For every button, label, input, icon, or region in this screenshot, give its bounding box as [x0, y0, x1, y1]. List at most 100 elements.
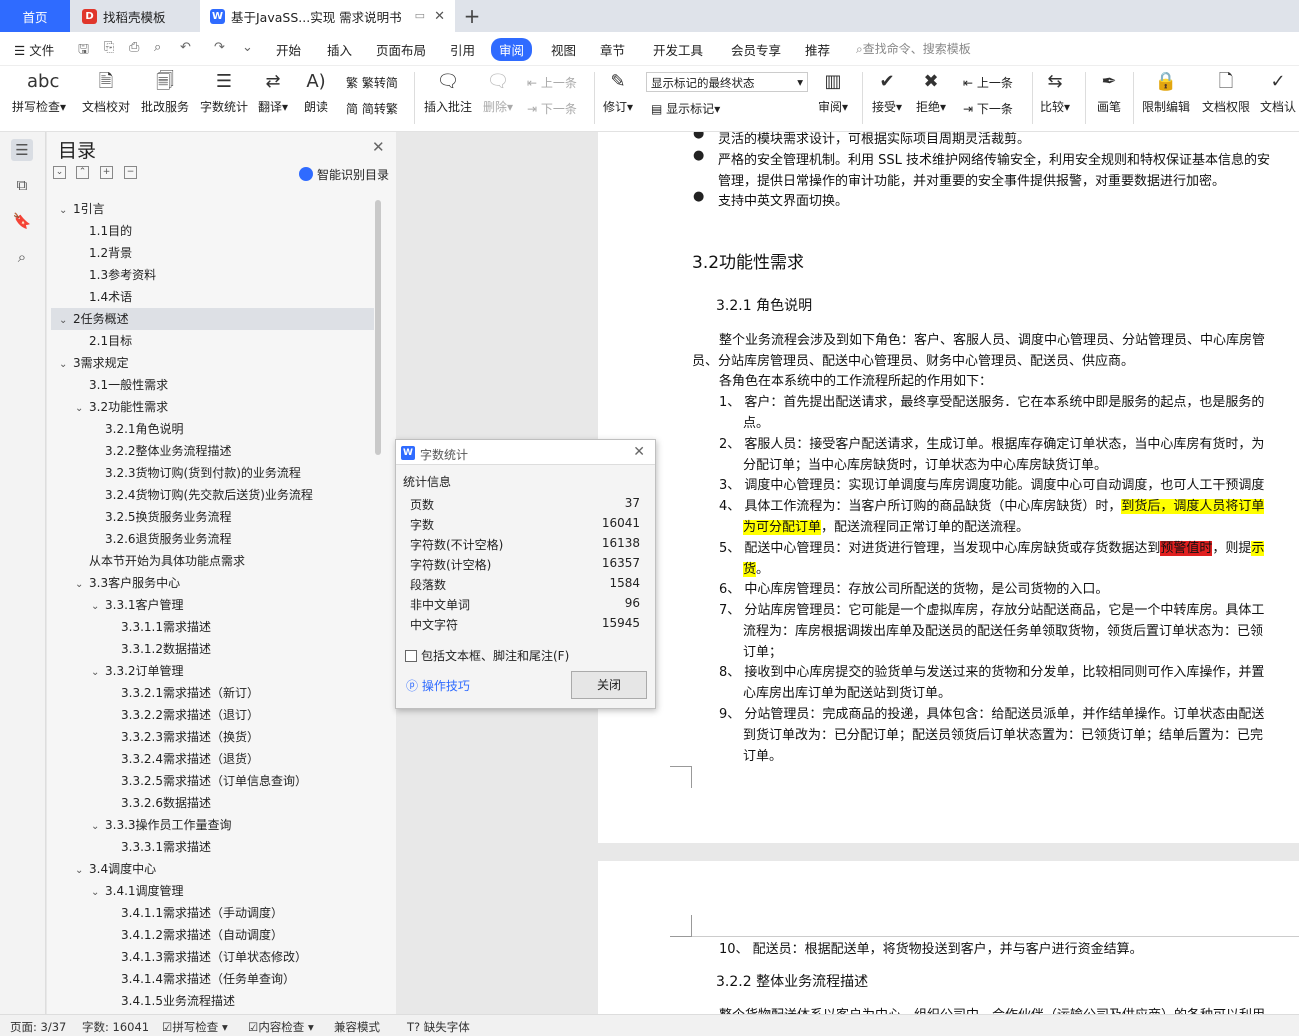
toc-icon[interactable]: ☰ — [11, 139, 33, 161]
toc-item[interactable]: 3.3.2.2需求描述（退订） — [121, 704, 259, 726]
toc-item[interactable]: 3.4.1.4需求描述（任务单查询） — [121, 968, 295, 990]
file-menu[interactable]: ☰ 文件 — [14, 40, 54, 59]
chevron-down-icon[interactable]: ⌄ — [59, 310, 73, 332]
to-simplified-button[interactable]: 繁 繁转简 — [346, 74, 398, 91]
chevron-down-icon[interactable]: ⌄ — [59, 200, 73, 222]
menu-start[interactable]: 开始 — [276, 40, 301, 59]
menu-review[interactable]: 审阅 — [491, 38, 533, 61]
command-search[interactable]: ⌕查找命令、搜索模板 — [856, 40, 971, 57]
document-permission-button[interactable]: 🗋 文档权限 — [1202, 70, 1250, 115]
remove-item-icon[interactable]: − — [124, 166, 137, 179]
dialog-titlebar[interactable]: W 字数统计 ✕ — [396, 440, 655, 465]
compat-mode-status[interactable]: 兼容模式 — [334, 1019, 380, 1035]
preview-icon[interactable]: ⌕ — [154, 40, 161, 55]
menu-layout[interactable]: 页面布局 — [376, 40, 426, 59]
toc-item[interactable]: ⌄ 3.4调度中心 — [75, 858, 156, 880]
screen-icon[interactable]: ▭ — [415, 9, 425, 22]
delete-comment-button[interactable]: 🗨 删除▾ — [483, 70, 513, 115]
toc-item[interactable]: 从本节开始为具体功能点需求 — [89, 550, 245, 572]
restrict-editing-button[interactable]: 🔒 限制编辑 — [1142, 70, 1190, 115]
toc-item[interactable]: 3.3.1.2数据描述 — [121, 638, 211, 660]
menu-reference[interactable]: 引用 — [450, 40, 475, 59]
missing-font-status[interactable]: T? 缺失字体 — [407, 1019, 470, 1035]
close-icon[interactable]: ✕ — [434, 9, 445, 24]
review-pane-button[interactable]: ▥ 审阅▾ — [818, 70, 848, 115]
nav-icon[interactable]: ⧉ — [11, 174, 33, 196]
menu-insert[interactable]: 插入 — [327, 40, 352, 59]
toc-item[interactable]: ⌄ 2任务概述 — [51, 308, 374, 330]
toc-item[interactable]: 3.2.5换货服务业务流程 — [105, 506, 232, 528]
toc-item[interactable]: 3.3.2.6数据描述 — [121, 792, 211, 814]
toc-item[interactable]: 3.4.1.5业务流程描述 — [121, 990, 235, 1012]
undo-icon[interactable]: ↶ — [180, 40, 191, 55]
menu-devtools[interactable]: 开发工具 — [653, 40, 703, 59]
toc-item[interactable]: ⌄ 3.4.1调度管理 — [91, 880, 184, 902]
more-icon[interactable]: ⌄ — [242, 40, 253, 55]
markup-display-select[interactable]: 显示标记的最终状态 ▾ — [646, 72, 808, 92]
accept-button[interactable]: ✔ 接受▾ — [872, 70, 902, 115]
chevron-down-icon[interactable]: ⌄ — [91, 816, 105, 838]
chevron-down-icon[interactable]: ⌄ — [91, 882, 105, 904]
close-icon[interactable]: ✕ — [372, 138, 385, 156]
prev-change-button[interactable]: ⇤ 上一条 — [963, 74, 1013, 91]
toc-item[interactable]: 1.2背景 — [89, 242, 132, 264]
toc-item[interactable]: ⌄ 3.2功能性需求 — [75, 396, 168, 418]
content-check-status[interactable]: ☑内容检查 ▾ — [248, 1019, 314, 1035]
toc-item[interactable]: 3.1一般性需求 — [89, 374, 168, 396]
toc-scrollbar[interactable] — [375, 200, 381, 455]
chevron-down-icon[interactable]: ⌄ — [75, 398, 89, 420]
toc-item[interactable]: 3.2.6退货服务业务流程 — [105, 528, 232, 550]
chevron-down-icon[interactable]: ⌄ — [91, 662, 105, 684]
document-page[interactable]: 10、 配送员：根据配送单，将货物投送到客户，并与客户进行资金结算。 3.2.2… — [598, 861, 1299, 1014]
track-changes-button[interactable]: ✎ 修订▾ — [603, 70, 633, 115]
toc-item[interactable]: 3.4.1.1需求描述（手动调度） — [121, 902, 283, 924]
document-cert-button[interactable]: ✓ 文档认 — [1260, 70, 1296, 115]
chevron-down-icon[interactable]: ⌄ — [59, 354, 73, 376]
chevron-down-icon[interactable]: ⌄ — [75, 860, 89, 882]
expand-all-icon[interactable]: ⌄ — [53, 166, 66, 179]
batch-service-button[interactable]: 🗐 批改服务 — [141, 70, 189, 115]
toc-item[interactable]: 3.2.4货物订购(先交款后送货)业务流程 — [105, 484, 313, 506]
toc-item[interactable]: 2.1目标 — [89, 330, 132, 352]
bookmark-icon[interactable]: 🔖 — [11, 210, 33, 232]
toc-item[interactable]: ⌄ 3.3客户服务中心 — [75, 572, 180, 594]
toc-item[interactable]: 1.3参考资料 — [89, 264, 156, 286]
toc-item[interactable]: 3.3.2.3需求描述（换货） — [121, 726, 259, 748]
insert-comment-button[interactable]: 🗨 插入批注 — [424, 70, 472, 115]
toc-item[interactable]: 3.2.2整体业务流程描述 — [105, 440, 232, 462]
new-tab-button[interactable]: + — [460, 0, 484, 32]
tab-home[interactable]: 首页 — [0, 0, 70, 32]
prev-comment-button[interactable]: ⇤ 上一条 — [527, 74, 577, 91]
spell-check-button[interactable]: abc 拼写检查▾ — [12, 70, 66, 115]
print-icon[interactable]: ⎙ — [129, 40, 139, 55]
menu-view[interactable]: 视图 — [551, 40, 576, 59]
read-aloud-button[interactable]: A) 朗读 — [304, 70, 328, 115]
menu-section[interactable]: 章节 — [600, 40, 625, 59]
tips-link[interactable]: ⓟ 操作技巧 — [406, 677, 470, 694]
collapse-all-icon[interactable]: ⌃ — [76, 166, 89, 179]
to-traditional-button[interactable]: 简 简转繁 — [346, 100, 398, 117]
smart-toc-button[interactable]: 智能识别目录 — [299, 166, 389, 183]
compare-button[interactable]: ⇆ 比较▾ — [1040, 70, 1070, 115]
toc-item[interactable]: ⌄ 3.3.1客户管理 — [91, 594, 184, 616]
word-count-button[interactable]: ☰ 字数统计 — [200, 70, 248, 115]
toc-item[interactable]: 3.3.3.1需求描述 — [121, 836, 211, 858]
next-change-button[interactable]: ⇥ 下一条 — [963, 100, 1013, 117]
pen-button[interactable]: ✒ 画笔 — [1097, 70, 1121, 115]
toc-item[interactable]: 3.4.1.2需求描述（自动调度） — [121, 924, 283, 946]
proofread-button[interactable]: 🗎 文档校对 — [82, 70, 130, 115]
menu-recommend[interactable]: 推荐 — [805, 40, 830, 59]
save-icon[interactable]: 🖫 — [78, 40, 89, 62]
add-item-icon[interactable]: + — [100, 166, 113, 179]
chevron-down-icon[interactable]: ⌄ — [75, 574, 89, 596]
chevron-down-icon[interactable]: ⌄ — [91, 596, 105, 618]
toc-item[interactable]: 1.4术语 — [89, 286, 132, 308]
translate-button[interactable]: ⇄ 翻译▾ — [258, 70, 288, 115]
word-count-indicator[interactable]: 字数: 16041 — [82, 1019, 149, 1035]
document-page[interactable]: ● 灵活的模块需求设计，可根据实际项目周期灵活裁剪。 ● 严格的安全管理机制。利… — [598, 132, 1299, 843]
page-indicator[interactable]: 页面: 3/37 — [10, 1019, 66, 1035]
toc-item[interactable]: 3.3.2.1需求描述（新订） — [121, 682, 259, 704]
toc-item[interactable]: ⌄ 3.3.3操作员工作量查询 — [91, 814, 232, 836]
search-icon[interactable]: ⌕ — [11, 246, 33, 268]
toc-item[interactable]: ⌄ 1引言 — [59, 198, 105, 220]
